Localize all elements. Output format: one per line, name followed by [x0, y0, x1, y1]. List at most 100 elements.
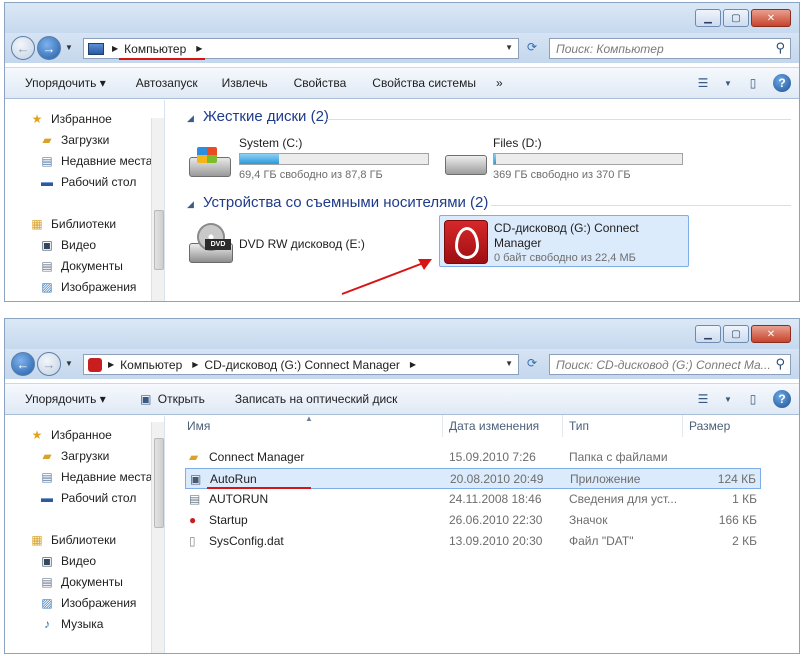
file-type: Значок	[569, 513, 608, 527]
file-row[interactable]: ▯ SysConfig.dat 13.09.2010 20:30 Файл "D…	[185, 531, 761, 552]
open-button[interactable]: Открыть	[158, 392, 205, 406]
breadcrumb-arrow-icon[interactable]: ▶	[196, 44, 202, 53]
breadcrumb-computer[interactable]: Компьютер	[124, 42, 186, 56]
search-icon[interactable]: ⚲	[775, 40, 785, 56]
nav-recent-places[interactable]: ▤ Недавние места	[39, 470, 152, 484]
connect-manager-icon: ●	[189, 513, 197, 527]
history-dropdown-icon[interactable]: ▼	[65, 359, 73, 368]
file-row[interactable]: ▤ AUTORUN 24.11.2008 18:46 Сведения для …	[185, 489, 761, 510]
navigation-scrollbar[interactable]	[151, 118, 164, 301]
column-label: Тип	[569, 419, 590, 433]
nav-music[interactable]: ♪ Музыка	[39, 617, 103, 631]
scrollbar-thumb[interactable]	[154, 210, 164, 270]
help-icon[interactable]: ?	[773, 74, 791, 92]
file-name: SysConfig.dat	[209, 534, 284, 548]
title-bar[interactable]: ▁ ▢ ✕	[5, 3, 799, 33]
refresh-icon[interactable]: ⟳	[523, 40, 541, 58]
maximize-button[interactable]: ▢	[723, 9, 749, 27]
address-dropdown-icon[interactable]: ▼	[505, 359, 513, 368]
history-dropdown-icon[interactable]: ▼	[65, 43, 73, 52]
system-properties-button[interactable]: Свойства системы	[372, 76, 476, 90]
drive-name: Files (D:)	[493, 136, 542, 150]
help-icon[interactable]: ?	[773, 390, 791, 408]
nav-video[interactable]: ▣ Видео	[39, 238, 96, 252]
search-input[interactable]: Поиск: Компьютер ⚲	[549, 38, 791, 59]
navigation-scrollbar[interactable]	[151, 422, 164, 653]
nav-documents[interactable]: ▤ Документы	[39, 259, 123, 273]
nav-favorites[interactable]: ★ Избранное	[29, 112, 112, 126]
nav-images[interactable]: ▨ Изображения	[39, 596, 136, 610]
organize-button[interactable]: Упорядочить ▾	[25, 76, 106, 90]
connect-manager-small-icon	[88, 357, 102, 372]
drive-usage-bar	[239, 153, 429, 165]
nav-label: Загрузки	[61, 449, 110, 463]
nav-video[interactable]: ▣ Видео	[39, 554, 96, 568]
file-row-selected[interactable]: ▣ AutoRun 20.08.2010 20:49 Приложение 12…	[185, 468, 761, 489]
address-bar[interactable]: ▶ Компьютер ▶ ▼	[83, 38, 519, 59]
forward-button[interactable]: →	[37, 352, 61, 376]
file-size: 166 КБ	[718, 513, 757, 527]
eject-button[interactable]: Извлечь	[222, 76, 268, 90]
more-commands-button[interactable]: »	[496, 76, 503, 90]
view-options-icon[interactable]: ☰	[693, 390, 713, 408]
minimize-button[interactable]: ▁	[695, 325, 721, 343]
close-button[interactable]: ✕	[751, 325, 791, 343]
back-button[interactable]: ←	[11, 36, 35, 60]
file-row[interactable]: ● Startup 26.06.2010 22:30 Значок 166 КБ	[185, 510, 761, 531]
autorun-button[interactable]: Автозапуск	[136, 76, 198, 90]
minimize-button[interactable]: ▁	[695, 9, 721, 27]
nav-favorites[interactable]: ★ Избранное	[29, 428, 112, 442]
nav-images[interactable]: ▨ Изображения	[39, 280, 136, 294]
scrollbar-thumb[interactable]	[154, 438, 164, 528]
breadcrumb-arrow-icon[interactable]: ▶	[112, 44, 118, 53]
back-button[interactable]: ←	[11, 352, 35, 376]
forward-button[interactable]: →	[37, 36, 61, 60]
removable-devices-group-header[interactable]: Устройства со съемными носителями (2)	[203, 194, 488, 211]
breadcrumb-computer[interactable]: Компьютер	[120, 358, 182, 372]
nav-downloads[interactable]: ▰ Загрузки	[39, 449, 109, 463]
collapse-group-icon[interactable]: ◢	[187, 113, 194, 124]
folder-icon: ▰	[189, 450, 199, 464]
nav-documents[interactable]: ▤ Документы	[39, 575, 123, 589]
address-dropdown-icon[interactable]: ▼	[505, 43, 513, 52]
nav-desktop[interactable]: ▬ Рабочий стол	[39, 175, 136, 189]
organize-button[interactable]: Упорядочить ▾	[25, 392, 106, 406]
breadcrumb-arrow-icon[interactable]: ▶	[410, 360, 416, 369]
maximize-button[interactable]: ▢	[723, 325, 749, 343]
search-icon[interactable]: ⚲	[775, 356, 785, 372]
column-header-type[interactable]: Тип	[563, 415, 683, 437]
view-dropdown-icon[interactable]: ▼	[723, 390, 733, 408]
address-bar[interactable]: ▶ Компьютер ▶ CD-дисковод (G:) Connect M…	[83, 354, 519, 375]
music-note-icon: ♪	[44, 617, 50, 631]
nav-desktop[interactable]: ▬ Рабочий стол	[39, 491, 136, 505]
properties-button[interactable]: Свойства	[294, 76, 347, 90]
close-button[interactable]: ✕	[751, 9, 791, 27]
breadcrumb-cd-drive[interactable]: CD-дисковод (G:) Connect Manager	[204, 358, 399, 372]
burn-to-disc-button[interactable]: Записать на оптический диск	[235, 392, 398, 406]
search-placeholder: Поиск: CD-дисковод (G:) Connect Ma...	[556, 358, 771, 372]
title-bar[interactable]: ▁ ▢ ✕	[5, 319, 799, 349]
search-input[interactable]: Поиск: CD-дисковод (G:) Connect Ma... ⚲	[549, 354, 791, 375]
libraries-icon: ▦	[31, 533, 43, 547]
view-dropdown-icon[interactable]: ▼	[723, 74, 733, 92]
breadcrumb-arrow-icon[interactable]: ▶	[108, 360, 114, 369]
view-options-icon[interactable]: ☰	[693, 74, 713, 92]
file-row[interactable]: ▰ Connect Manager 15.09.2010 7:26 Папка …	[185, 447, 761, 468]
preview-pane-icon[interactable]: ▯	[743, 390, 763, 408]
column-label: Размер	[689, 419, 731, 433]
refresh-icon[interactable]: ⟳	[523, 356, 541, 374]
nav-libraries[interactable]: ▦ Библиотеки	[29, 217, 116, 231]
nav-label: Недавние места	[61, 470, 153, 484]
nav-recent-places[interactable]: ▤ Недавние места	[39, 154, 152, 168]
collapse-group-icon[interactable]: ◢	[187, 199, 194, 210]
settings-file-icon: ▤	[189, 492, 201, 506]
hard-drives-group-header[interactable]: Жесткие диски (2)	[203, 108, 329, 125]
nav-label: Библиотеки	[51, 533, 117, 547]
column-header-date[interactable]: Дата изменения	[443, 415, 563, 437]
nav-downloads[interactable]: ▰ Загрузки	[39, 133, 109, 147]
nav-libraries[interactable]: ▦ Библиотеки	[29, 533, 116, 547]
breadcrumb-arrow-icon[interactable]: ▶	[192, 360, 198, 369]
column-header-size[interactable]: Размер	[683, 415, 763, 437]
drive-cd-g-selected[interactable]: CD-дисковод (G:) Connect Manager 0 байт …	[439, 215, 689, 267]
preview-pane-icon[interactable]: ▯	[743, 74, 763, 92]
